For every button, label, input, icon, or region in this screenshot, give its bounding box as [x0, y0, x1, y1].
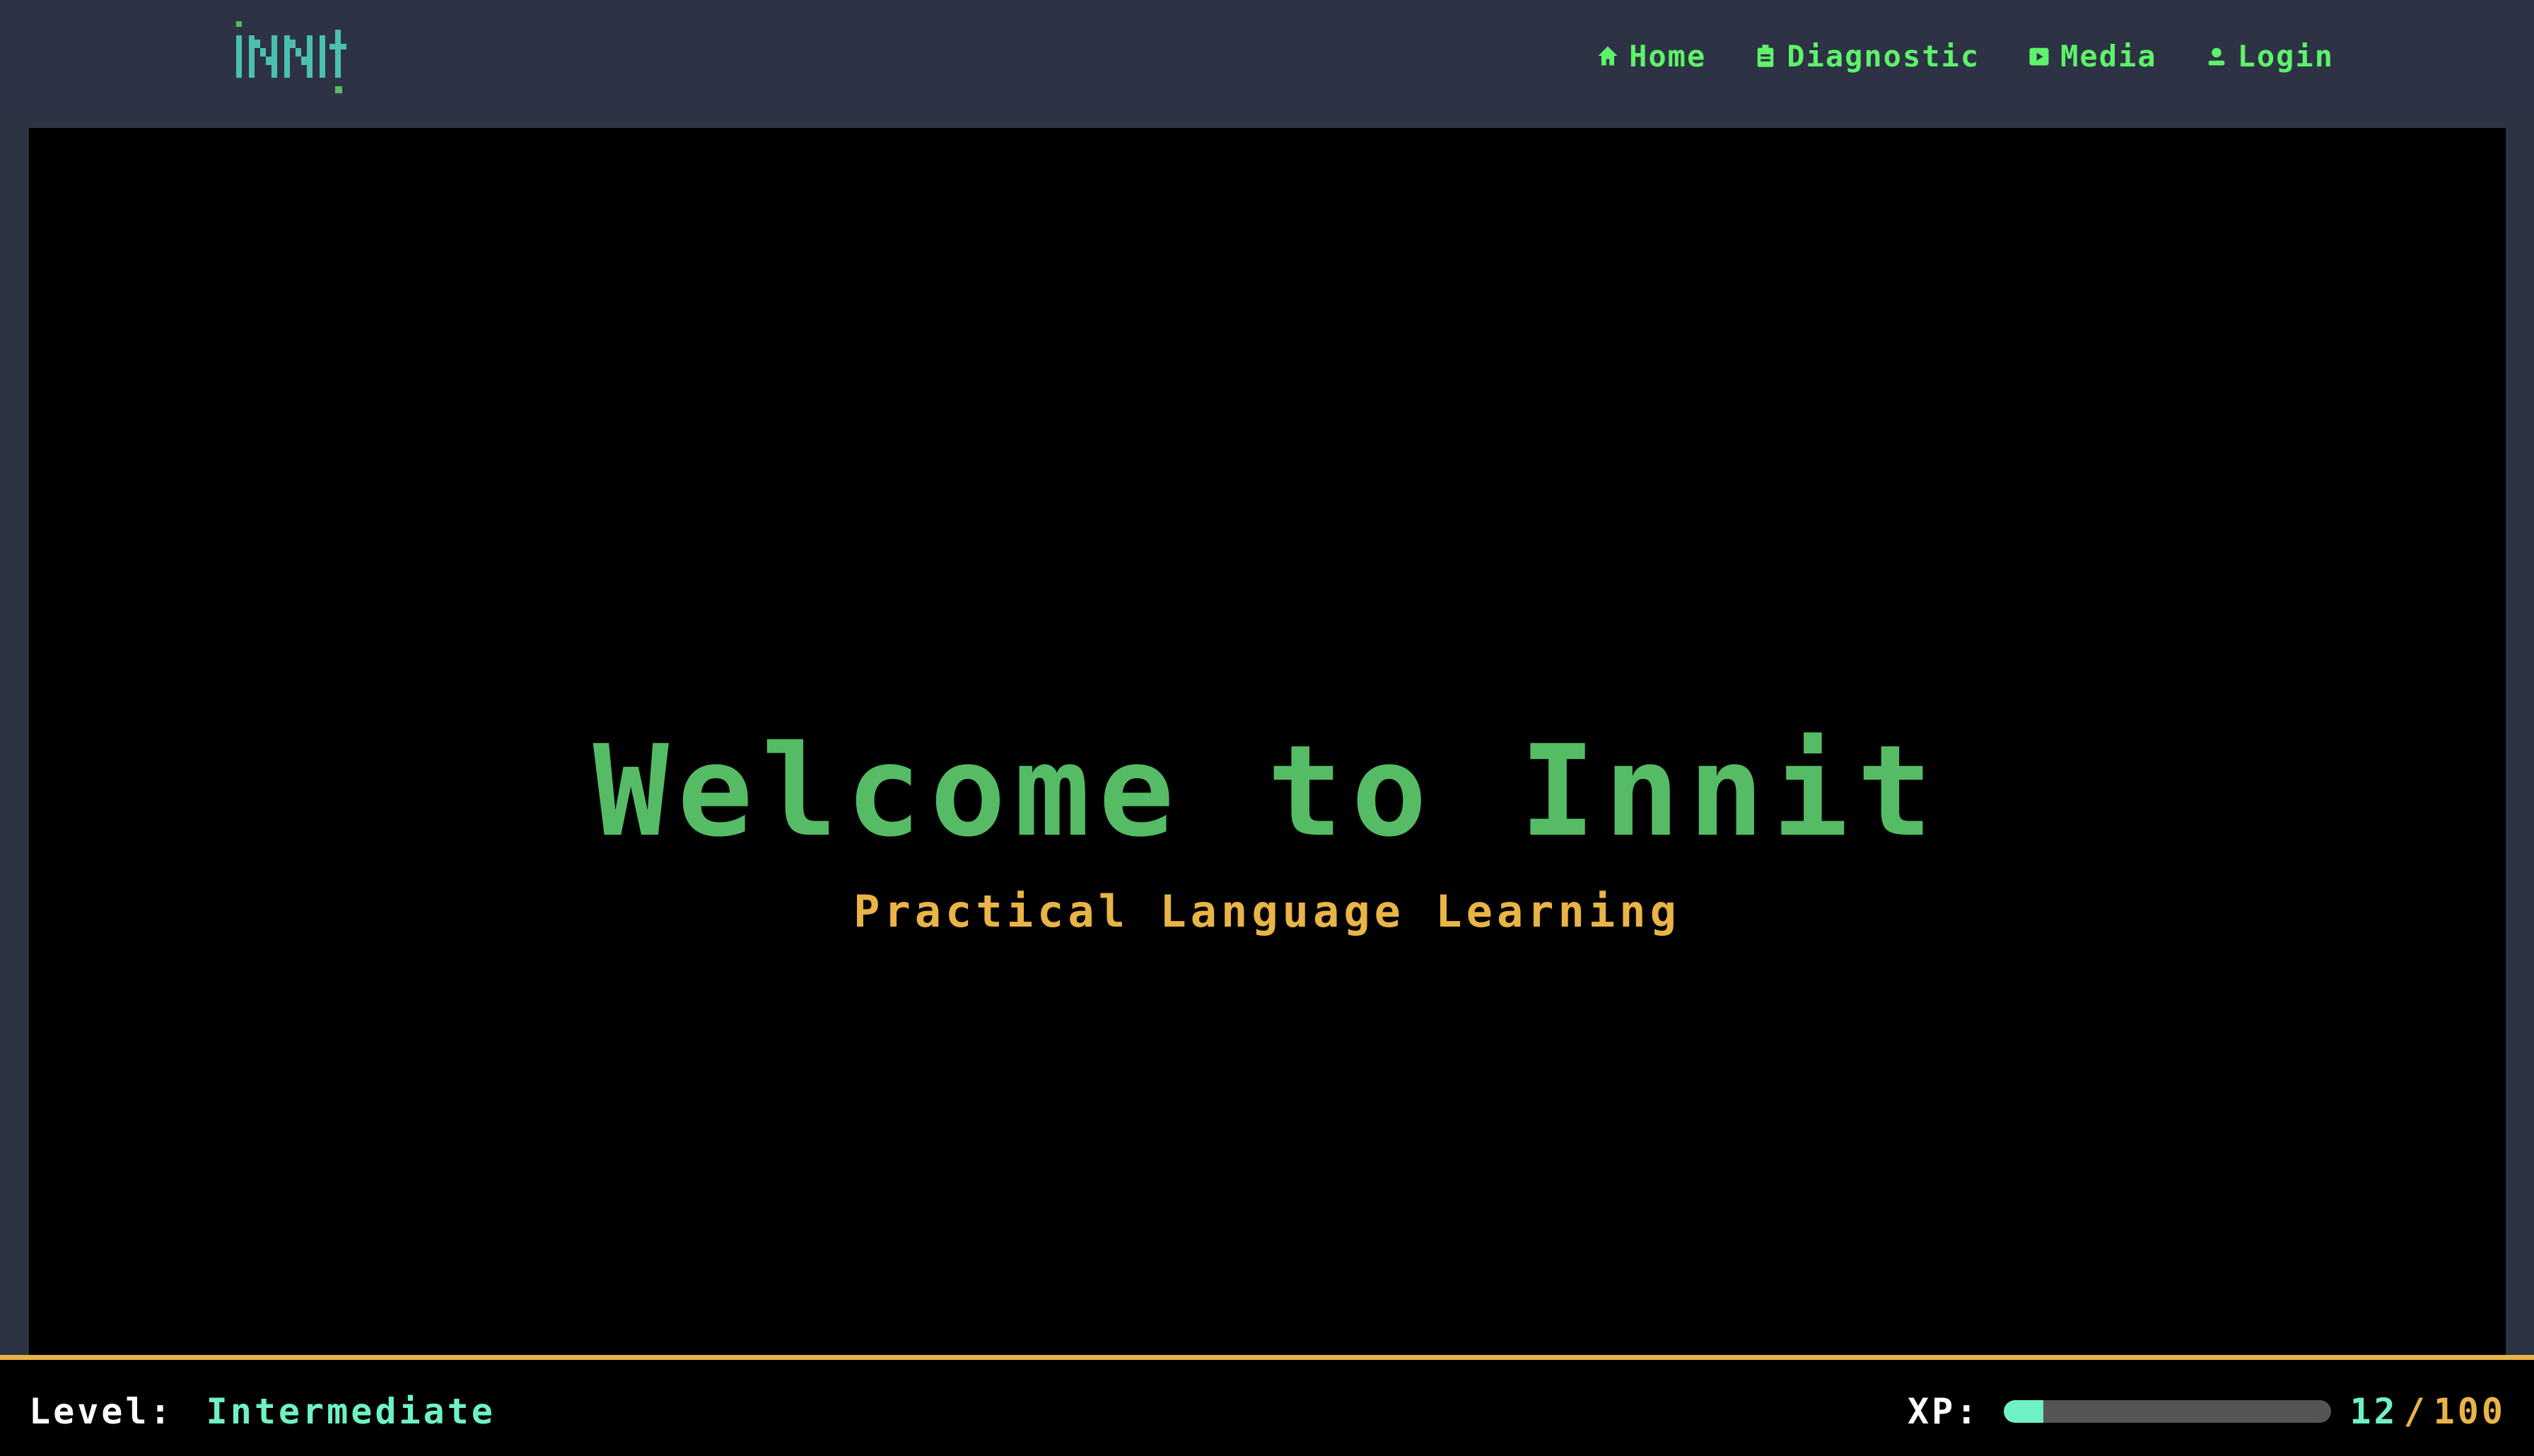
- xp-label: XP:: [1908, 1391, 1980, 1432]
- hero-subtitle: Practical Language Learning: [853, 886, 1681, 937]
- status-bar: Level: Intermediate XP: 12 / 100: [0, 1355, 2534, 1456]
- user-icon: [2204, 43, 2229, 69]
- nav-diagnostic[interactable]: Diagnostic: [1753, 39, 1980, 74]
- home-icon: [1595, 43, 1621, 69]
- clipboard-icon: [1753, 43, 1778, 69]
- level-label: Level:: [29, 1391, 174, 1432]
- innit-logo[interactable]: [233, 16, 354, 100]
- nav-diagnostic-label: Diagnostic: [1787, 38, 1980, 74]
- hero-title: Welcome to Innit: [592, 718, 1942, 864]
- nav-home-label: Home: [1629, 38, 1707, 74]
- nav-login[interactable]: Login: [2204, 39, 2334, 74]
- nav-media-label: Media: [2060, 38, 2157, 74]
- xp-separator: /: [2403, 1391, 2428, 1432]
- xp-progress-fill: [2004, 1400, 2043, 1423]
- xp-current: 12: [2349, 1391, 2398, 1432]
- xp-progress-bar: [2004, 1400, 2332, 1423]
- level-display: Level: Intermediate: [29, 1388, 496, 1435]
- media-icon: [2026, 43, 2052, 69]
- nav-login-label: Login: [2237, 38, 2334, 74]
- top-nav-bar: Home Diagnostic Media Login: [0, 0, 2534, 123]
- nav-home[interactable]: Home: [1595, 39, 1706, 74]
- nav-media[interactable]: Media: [2026, 39, 2156, 74]
- main-nav: Home Diagnostic Media Login: [1595, 31, 2334, 81]
- level-value: Intermediate: [206, 1391, 496, 1432]
- xp-display: XP: 12 / 100: [1908, 1388, 2506, 1435]
- xp-max: 100: [2433, 1391, 2506, 1432]
